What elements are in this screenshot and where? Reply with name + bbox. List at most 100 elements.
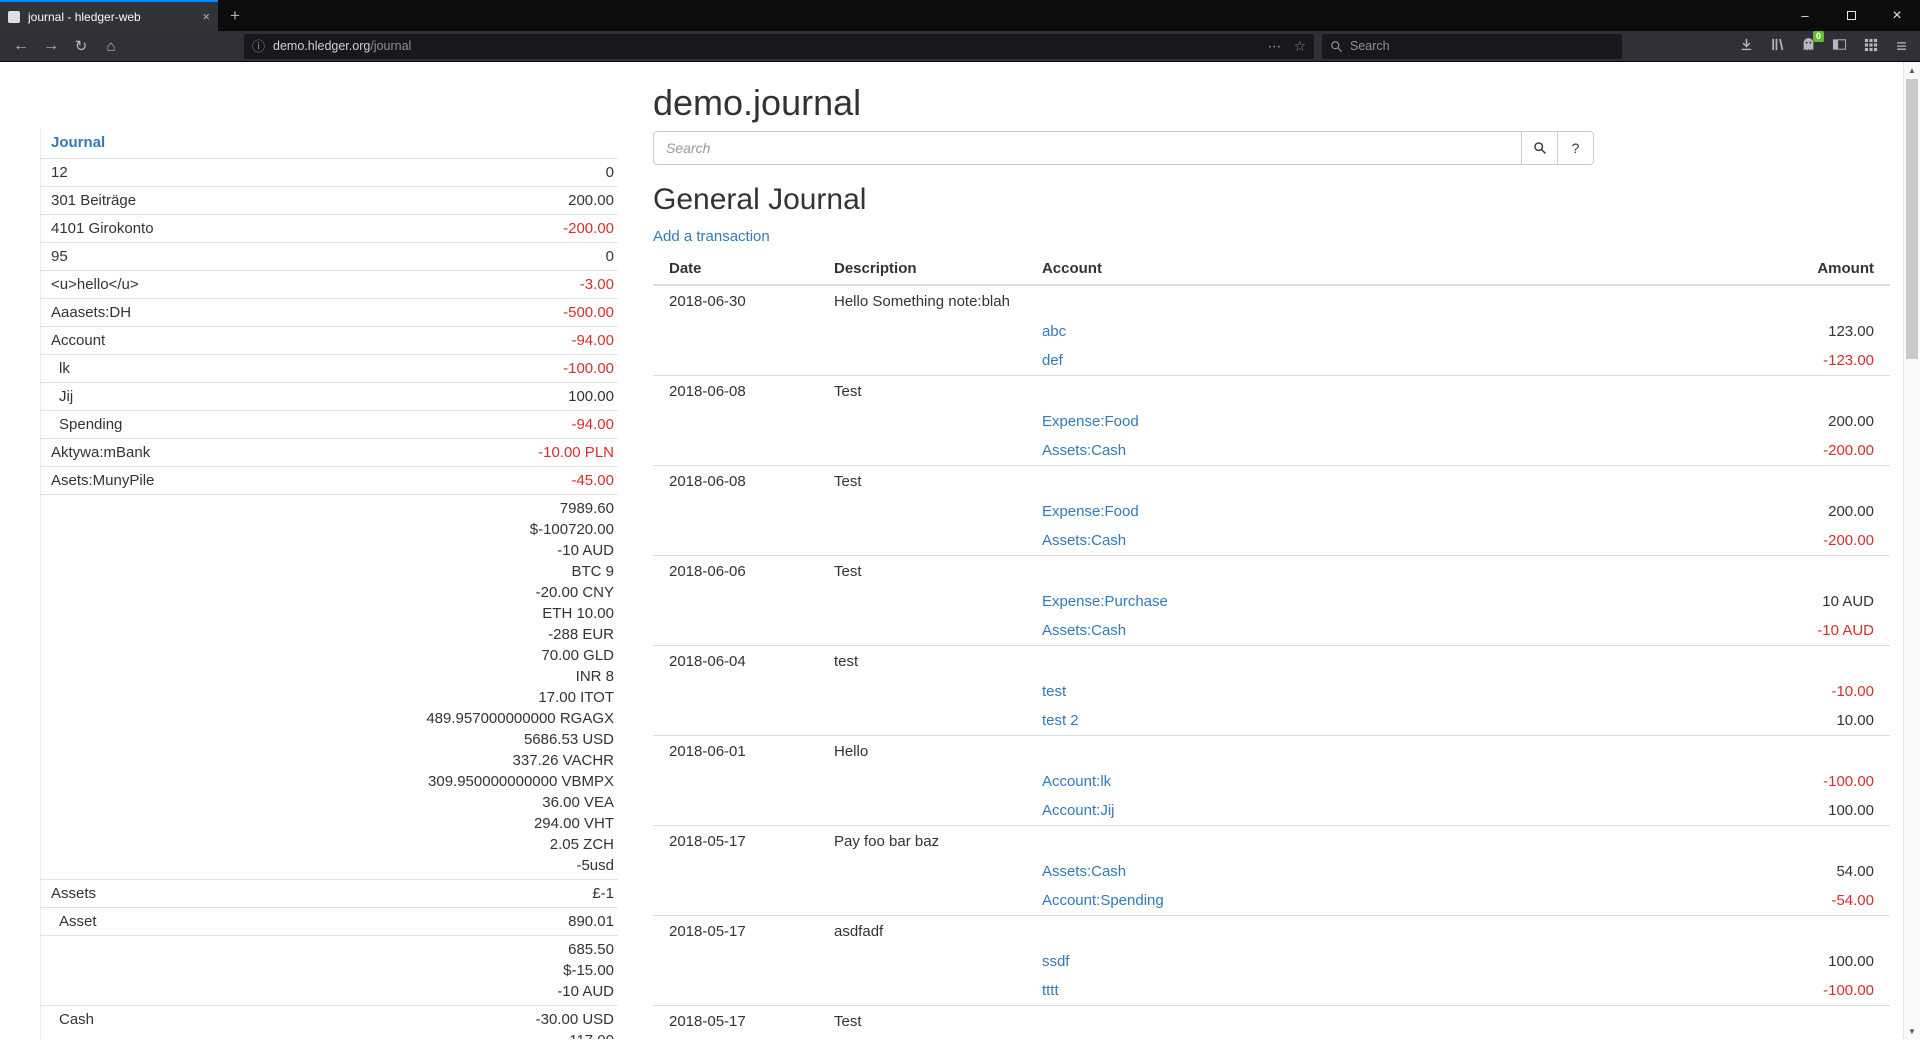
posting-account-link[interactable]: Expense:Purchase	[1042, 593, 1168, 610]
posting-account-link[interactable]: Assets:Cash	[1042, 532, 1126, 549]
posting-amount: 10.00	[1590, 706, 1890, 736]
site-info-icon[interactable]: ⓘ	[252, 40, 265, 53]
sidebar-account-balance: -500.00	[254, 299, 618, 327]
search-button[interactable]	[1522, 131, 1558, 165]
sidebar-account-link[interactable]: Assets	[51, 885, 96, 902]
posting-account-link[interactable]: test 2	[1042, 712, 1079, 729]
sidebar-account-link[interactable]: Cash	[59, 1011, 94, 1028]
sidebar-account-link[interactable]: Asets:MunyPile	[51, 472, 154, 489]
posting-row: test 2 10.00	[653, 706, 1890, 736]
new-tab-button[interactable]: +	[218, 0, 252, 31]
page-actions-icon[interactable]: ⋯	[1267, 39, 1281, 53]
posting-amount: -10 AUD	[1590, 616, 1890, 646]
sidebar-account-link[interactable]: Spending	[59, 416, 122, 433]
window-close-button[interactable]: ×	[1874, 0, 1920, 31]
sidebar-account-row: 950	[41, 243, 619, 271]
scroll-down-icon[interactable]: ▼	[1904, 1023, 1920, 1039]
transaction-row: 2018-06-04test	[653, 646, 1890, 678]
posting-account-link[interactable]: Expense:Food	[1042, 503, 1139, 520]
search-input[interactable]	[653, 131, 1522, 165]
posting-account-link[interactable]: Expense:Food	[1042, 413, 1139, 430]
ghostery-extension-icon[interactable]: 0	[1800, 37, 1817, 55]
scrollbar-thumb[interactable]	[1906, 79, 1918, 359]
posting-amount: -200.00	[1590, 526, 1890, 556]
posting-amount: 200.00	[1590, 497, 1890, 526]
sidebar-account-link[interactable]: 4101 Girokonto	[51, 220, 154, 237]
reload-icon[interactable]: ↻	[66, 39, 96, 54]
posting-row: Account:Jij100.00	[653, 796, 1890, 826]
transaction-date: 2018-06-08	[653, 376, 818, 408]
url-bar[interactable]: ⓘ demo.hledger.org/journal ⋯ ☆	[244, 34, 1314, 59]
sidebar-account-link[interactable]: <u>hello</u>	[51, 276, 139, 293]
posting-account-link[interactable]: Assets:Cash	[1042, 622, 1126, 639]
sidebar-account-balance: -94.00	[254, 327, 618, 355]
posting-row: Expense:Food200.00	[653, 407, 1890, 436]
posting-account-link[interactable]: test	[1042, 683, 1066, 700]
grid-icon[interactable]	[1862, 38, 1879, 55]
posting-account-link[interactable]: Account:lk	[1042, 773, 1111, 790]
transaction-row: 2018-06-08Test	[653, 466, 1890, 498]
posting-account-link[interactable]: tttt	[1042, 982, 1059, 999]
sidebar-account-link[interactable]: 12	[51, 164, 68, 181]
posting-account-link[interactable]: Account:Spending	[1042, 892, 1164, 909]
posting-row: tttt-100.00	[653, 976, 1890, 1006]
library-icon[interactable]	[1769, 37, 1786, 55]
sidebar-account-link[interactable]: Jij	[59, 388, 73, 405]
search-help-button[interactable]: ?	[1558, 131, 1594, 165]
sidebar-account-row: Asets:MunyPile-45.00	[41, 467, 619, 495]
browser-window: journal - hledger-web × + – × ← → ↻ ⌂ ⓘ …	[0, 0, 1920, 1039]
home-icon[interactable]: ⌂	[96, 39, 126, 54]
transaction-date: 2018-06-08	[653, 466, 818, 498]
scroll-up-icon[interactable]: ▲	[1904, 62, 1920, 78]
sidebar-toggle-icon[interactable]	[1831, 37, 1848, 55]
journal-register-table: Date Description Account Amount 2018-06-…	[653, 253, 1890, 1037]
browser-tab[interactable]: journal - hledger-web ×	[0, 0, 218, 31]
sidebar-account-link[interactable]: 301 Beiträge	[51, 192, 136, 209]
url-path: /journal	[370, 39, 411, 53]
sidebar-account-balance: -10.00 PLN	[254, 439, 618, 467]
posting-account-link[interactable]: ssdf	[1042, 953, 1070, 970]
window-minimize-button[interactable]: –	[1782, 0, 1828, 31]
sidebar-account-link[interactable]: 95	[51, 248, 68, 265]
download-icon[interactable]	[1738, 37, 1755, 55]
page-scrollbar[interactable]: ▲ ▼	[1903, 62, 1920, 1039]
posting-account-link[interactable]: Account:Jij	[1042, 802, 1115, 819]
sidebar-account-row: lk-100.00	[41, 355, 619, 383]
transaction-date: 2018-06-04	[653, 646, 818, 678]
journal-link[interactable]: Journal	[51, 134, 105, 151]
add-transaction-link[interactable]: Add a transaction	[653, 227, 770, 247]
transaction-description: Pay foo bar baz	[818, 826, 1026, 858]
posting-row: Expense:Food 200.00	[653, 497, 1890, 526]
posting-row: Account:Spending -54.00	[653, 886, 1890, 916]
forward-icon[interactable]: →	[36, 38, 66, 54]
sidebar-account-link[interactable]: Aaasets:DH	[51, 304, 131, 321]
posting-amount: -54.00	[1590, 886, 1890, 916]
transaction-date: 2018-05-17	[653, 1006, 818, 1038]
sidebar-account-link[interactable]: Asset	[59, 913, 97, 930]
sidebar-account-link[interactable]: Account	[51, 332, 105, 349]
sidebar-account-row: 685.50$-15.00-10 AUD	[41, 936, 619, 1006]
posting-account-link[interactable]: Assets:Cash	[1042, 863, 1126, 880]
sidebar-account-row: <u>hello</u>-3.00	[41, 271, 619, 299]
back-icon[interactable]: ←	[6, 38, 36, 54]
posting-account-link[interactable]: def	[1042, 352, 1063, 369]
sidebar-account-row: 301 Beiträge200.00	[41, 187, 619, 215]
tab-favicon-icon	[8, 11, 20, 23]
bookmark-star-icon[interactable]: ☆	[1293, 39, 1306, 53]
posting-row: Expense:Purchase10 AUD	[653, 587, 1890, 616]
menu-icon[interactable]: ≡	[1893, 37, 1910, 55]
sidebar-account-row: 4101 Girokonto-200.00	[41, 215, 619, 243]
url-text: demo.hledger.org/journal	[273, 39, 411, 53]
transaction-description: Test	[818, 466, 1026, 498]
sidebar-account-link[interactable]: lk	[59, 360, 70, 377]
browser-search-field[interactable]: Search	[1322, 34, 1622, 59]
tab-close-icon[interactable]: ×	[202, 9, 210, 24]
transaction-description: Hello	[818, 736, 1026, 768]
window-maximize-button[interactable]	[1828, 0, 1874, 31]
window-controls: – ×	[1782, 0, 1920, 31]
posting-amount: 100.00	[1590, 947, 1890, 976]
posting-account-link[interactable]: Assets:Cash	[1042, 442, 1126, 459]
sidebar-account-link[interactable]: Aktywa:mBank	[51, 444, 150, 461]
sidebar-account-balance: 685.50$-15.00-10 AUD	[254, 936, 618, 1006]
posting-account-link[interactable]: abc	[1042, 323, 1066, 340]
